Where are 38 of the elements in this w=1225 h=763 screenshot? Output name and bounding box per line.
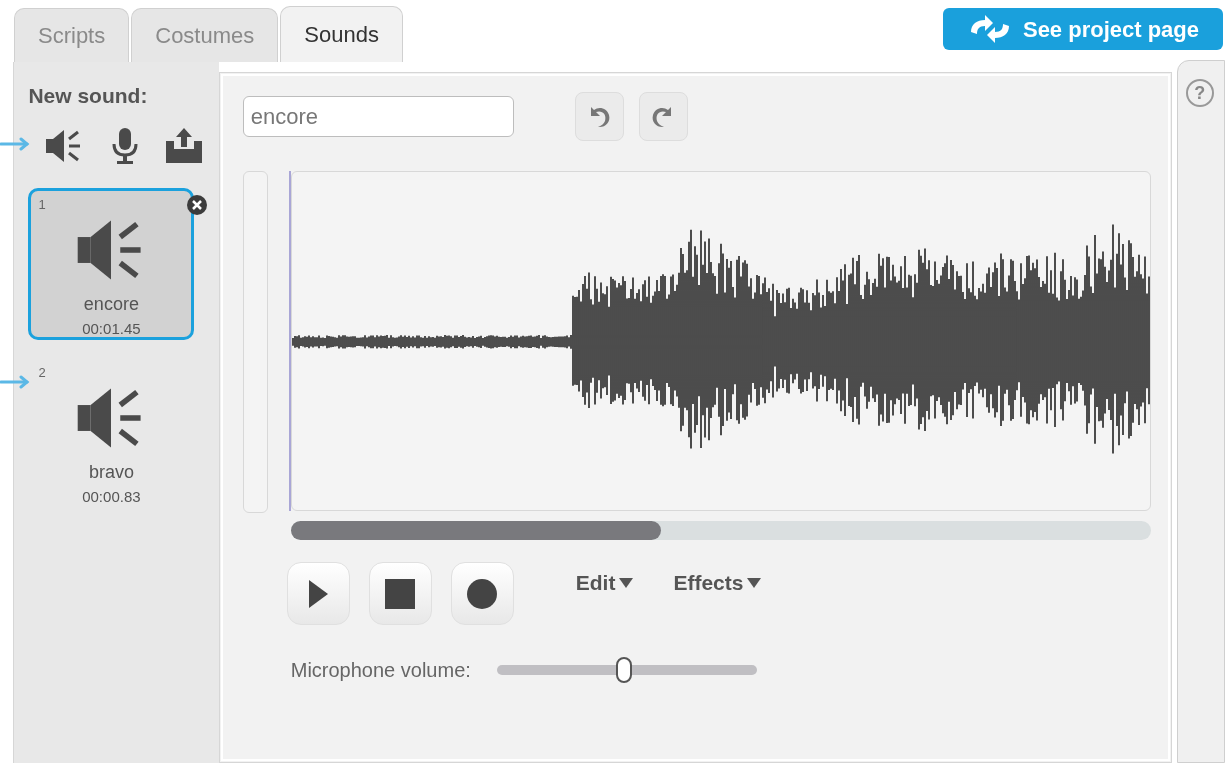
play-button[interactable]: [286, 562, 350, 625]
horizontal-scrollbar[interactable]: [290, 521, 1151, 540]
arrow-icon: [0, 375, 30, 389]
sound-tile[interactable]: 2 bravo 00:00.83: [28, 355, 195, 508]
volume-slider[interactable]: [496, 657, 757, 683]
sound-number: 1: [38, 195, 46, 214]
tab[interactable]: Scripts: [14, 8, 130, 62]
redo-button[interactable]: [638, 92, 688, 141]
menu-button[interactable]: Effects: [673, 567, 762, 599]
microphone-volume-label: Microphone volume:: [290, 658, 471, 683]
new-sound-label: New sound:: [28, 83, 149, 109]
record-button[interactable]: [450, 562, 514, 625]
undo-button[interactable]: [574, 92, 624, 141]
sound-duration: 00:01.45: [82, 318, 141, 339]
microphone-icon: [111, 126, 140, 165]
sound-name: encore: [83, 292, 139, 316]
tab[interactable]: Sounds: [280, 6, 403, 62]
sound-name-field[interactable]: encore: [242, 96, 514, 137]
record-icon: [467, 578, 498, 609]
stop-button[interactable]: [368, 562, 432, 625]
play-icon: [307, 578, 330, 609]
stop-icon: [385, 578, 416, 609]
see-project-page-button[interactable]: See project page: [943, 8, 1223, 50]
caret-icon: [619, 577, 634, 588]
tab[interactable]: Costumes: [131, 8, 279, 62]
sound-duration: 00:00.83: [82, 486, 141, 507]
sound-tile[interactable]: 1 encore 00:01.45: [28, 187, 195, 340]
scrollbar-thumb[interactable]: [290, 521, 661, 540]
upload-folder-icon: [164, 126, 205, 165]
slider-thumb[interactable]: [616, 657, 633, 683]
arrow-icon: [0, 137, 30, 151]
vertical-scrollbar[interactable]: [242, 171, 268, 513]
close-icon[interactable]: [186, 193, 209, 216]
help-button[interactable]: ?: [1185, 79, 1214, 107]
menu-button[interactable]: Edit: [575, 567, 634, 599]
sound-number: 2: [38, 363, 46, 382]
sound-name: bravo: [88, 460, 134, 484]
caret-icon: [747, 577, 762, 588]
